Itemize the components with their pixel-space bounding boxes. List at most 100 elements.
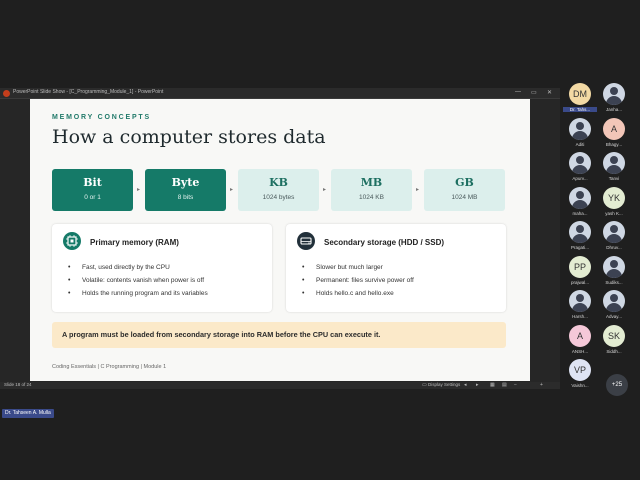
list-item: Holds the running program and its variab…	[68, 287, 208, 300]
zoom-in-icon[interactable]: +	[540, 382, 543, 388]
participant-name: Dhruv...	[606, 245, 622, 250]
participant-name: Harsh...	[572, 314, 588, 319]
hard-drive-icon	[297, 232, 315, 250]
slide-footer: Coding Essentials | C Programming | Modu…	[52, 364, 167, 370]
arrow-icon: ▸	[323, 187, 327, 193]
participant-tile[interactable]: Aditi	[563, 116, 597, 150]
participant-tile[interactable]: A Bhagy...	[597, 116, 631, 150]
arrow-icon: ▸	[137, 187, 141, 193]
participant-name: Vaishn...	[571, 383, 589, 388]
avatar	[569, 186, 591, 209]
participant-tile[interactable]: Janha...	[597, 81, 631, 115]
participant-tile[interactable]: Sudiks...	[597, 254, 631, 288]
participant-name: Tanvi	[608, 176, 620, 181]
arrow-icon: ▸	[416, 187, 420, 193]
participant-name: ANSH...	[571, 348, 589, 354]
participant-name: Bhagy...	[605, 141, 623, 147]
slide[interactable]: MEMORY CONCEPTS How a computer stores da…	[30, 99, 530, 381]
reading-view-icon[interactable]: ▤	[502, 382, 507, 388]
participant-tile[interactable]: maha...	[563, 185, 597, 219]
callout-box: A program must be loaded from secondary …	[52, 322, 506, 348]
participant-name: maha...	[572, 210, 588, 216]
avatar	[569, 117, 591, 140]
avatar	[603, 221, 625, 243]
card-title: Secondary storage (HDD / SSD)	[324, 238, 445, 247]
card-list: Fast, used directly by the CPU Volatile:…	[68, 261, 208, 300]
unit-desc: 0 or 1	[84, 194, 101, 201]
participant-tile[interactable]: YK yash K...	[597, 185, 631, 219]
avatar-initials: VP	[569, 359, 591, 381]
powerpoint-titlebar: PowerPoint Slide Show - [C_Programming_M…	[0, 88, 560, 99]
unit-desc: 1024 KB	[359, 194, 384, 201]
participant-name: yash K...	[605, 210, 623, 216]
avatar-initials: A	[569, 324, 591, 347]
slide-title: How a computer stores data	[52, 126, 326, 148]
callout-text: A program must be loaded from secondary …	[62, 330, 381, 339]
chip-icon	[63, 232, 81, 250]
list-item: Slower but much larger	[302, 261, 414, 274]
avatar-initials: A	[603, 117, 625, 140]
participant-tile[interactable]: Dhruv...	[597, 219, 631, 253]
card-list: Slower but much larger Permanent: files …	[302, 261, 414, 300]
unit-name: KB	[269, 176, 288, 189]
slideshow-statusbar: Slide 18 of 24 ▭ Display Settings ◂ ▸ ▦ …	[0, 382, 560, 389]
presenter-name-label: Dr. Tahseen A. Mulla	[2, 409, 54, 418]
participant-name: Janha...	[605, 107, 622, 112]
display-settings-button[interactable]: Display Settings	[428, 382, 460, 387]
participant-tile[interactable]: VP Vaishn...	[563, 357, 597, 391]
powerpoint-logo-icon	[3, 90, 10, 97]
zoom-out-icon[interactable]: −	[514, 382, 517, 388]
avatar	[603, 290, 625, 312]
unit-mb: MB 1024 KB	[331, 169, 412, 211]
avatar	[569, 152, 591, 174]
avatar	[569, 290, 591, 312]
participant-tile[interactable]: Advay...	[597, 288, 631, 322]
previous-slide-button[interactable]: ◂	[464, 382, 467, 388]
participant-tile[interactable]: DM Dr. Tahs...	[563, 81, 597, 115]
minimize-button[interactable]: —	[515, 89, 521, 95]
avatar-initials: PP	[569, 255, 591, 278]
participant-name: Siddh...	[606, 348, 622, 354]
monitor-icon[interactable]: ▭	[422, 382, 427, 388]
participant-tile[interactable]: Harsh...	[563, 288, 597, 322]
unit-name: GB	[455, 176, 474, 189]
unit-gb: GB 1024 MB	[424, 169, 505, 211]
unit-bit: Bit 0 or 1	[52, 169, 133, 211]
participant-name: Aditi	[575, 141, 585, 147]
participant-tile[interactable]: Pragati...	[563, 219, 597, 253]
slide-counter: Slide 18 of 24	[4, 382, 32, 387]
participant-tile[interactable]: Tanvi	[597, 150, 631, 184]
unit-name: MB	[360, 176, 383, 189]
list-item: Holds hello.c and hello.exe	[302, 287, 414, 300]
slide-sorter-icon[interactable]: ▦	[490, 382, 495, 388]
slide-eyebrow: MEMORY CONCEPTS	[52, 114, 151, 121]
participant-name: Dr. Tahs...	[563, 107, 597, 112]
close-button[interactable]: ✕	[547, 89, 552, 96]
participant-name: Advay...	[606, 314, 622, 319]
participant-name: Pragati...	[570, 245, 589, 250]
avatar-initials: YK	[603, 186, 625, 209]
window-title: PowerPoint Slide Show - [C_Programming_M…	[13, 89, 164, 95]
screen: PowerPoint Slide Show - [C_Programming_M…	[0, 0, 640, 480]
more-participants-button[interactable]: +25	[606, 374, 628, 396]
unit-kb: KB 1024 bytes	[238, 169, 319, 211]
avatar-initials: SK	[603, 324, 625, 347]
arrow-icon: ▸	[230, 187, 234, 193]
unit-name: Bit	[83, 176, 102, 189]
card-title: Primary memory (RAM)	[90, 238, 179, 247]
next-slide-button[interactable]: ▸	[476, 382, 479, 388]
unit-byte: Byte 8 bits	[145, 169, 226, 211]
list-item: Permanent: files survive power off	[302, 274, 414, 287]
participant-tile[interactable]: PP prajwal...	[563, 254, 597, 288]
participant-name: Sudiks...	[605, 279, 623, 285]
avatar	[569, 221, 591, 243]
participant-name: prajwal...	[570, 279, 589, 285]
participant-name: Apurv...	[572, 176, 588, 181]
avatar	[603, 83, 625, 105]
maximize-button[interactable]: ▭	[531, 89, 537, 96]
participant-tile[interactable]: A ANSH...	[563, 323, 597, 357]
participant-tile[interactable]: SK Siddh...	[597, 323, 631, 357]
primary-memory-card: Primary memory (RAM) Fast, used directly…	[52, 224, 272, 312]
participant-tile[interactable]: Apurv...	[563, 150, 597, 184]
avatar	[603, 152, 625, 174]
